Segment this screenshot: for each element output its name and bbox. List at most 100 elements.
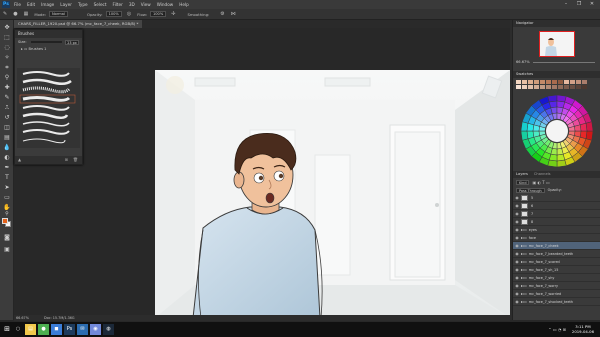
color-swatch[interactable]	[582, 80, 587, 84]
visibility-eye-icon[interactable]: ◉	[513, 291, 521, 296]
visibility-eye-icon[interactable]: ◉	[513, 195, 521, 200]
color-swatch[interactable]	[546, 80, 551, 84]
layer-group-row[interactable]: ◉ ▸▭ mc_face_7_worry	[513, 282, 600, 290]
layer-group-row[interactable]: ◉ ▸▭ eyes	[513, 226, 600, 234]
brush-stroke-list[interactable]	[17, 68, 80, 148]
gradient-tool-icon[interactable]: ▤	[3, 134, 11, 142]
menu-type[interactable]: Type	[78, 2, 88, 7]
color-swatch[interactable]	[576, 80, 581, 84]
pressure-opacity-icon[interactable]: ◎	[127, 11, 131, 17]
navigator-zoom-slider[interactable]	[533, 62, 595, 63]
healing-tool-icon[interactable]: ✚	[3, 84, 11, 92]
layer-group-row[interactable]: ◉ ▸▭ mc_face_7_shy	[513, 274, 600, 282]
tab-layers[interactable]: Layers	[513, 171, 531, 178]
move-tool-icon[interactable]: ✥	[3, 24, 11, 32]
blend-mode-select[interactable]: Pass Through	[516, 187, 545, 193]
crop-tool-icon[interactable]: ⌗	[3, 64, 11, 72]
layer-row[interactable]: ◉ 5	[513, 194, 600, 202]
color-wheel[interactable]	[513, 91, 600, 171]
visibility-eye-icon[interactable]: ◉	[513, 299, 521, 304]
airbrush-icon[interactable]: ✢	[171, 11, 175, 17]
color-swatch[interactable]	[522, 85, 527, 89]
windows-start-icon[interactable]: ⊞	[0, 322, 14, 337]
brush-tool-icon[interactable]: ✎	[3, 11, 7, 17]
color-swatch[interactable]	[528, 85, 533, 89]
taskbar-app-store-icon[interactable]: ◼	[51, 324, 62, 335]
gear-icon[interactable]: ⚙	[220, 11, 224, 17]
color-swatch[interactable]	[552, 85, 557, 89]
menu-layer[interactable]: Layer	[60, 2, 72, 7]
clone-stamp-tool-icon[interactable]: ⎍	[3, 104, 11, 112]
foreground-color-swatch[interactable]	[2, 218, 8, 224]
color-swatch[interactable]	[576, 85, 581, 89]
visibility-eye-icon[interactable]: ◉	[513, 227, 521, 232]
taskbar-app-steam-icon[interactable]: ◍	[103, 324, 114, 335]
taskbar-app-discord-icon[interactable]: ◉	[90, 324, 101, 335]
document-tab[interactable]: CHARS_FILLER_1920.psd @ 66.7% (mc_face_7…	[14, 20, 143, 28]
mode-select[interactable]: Normal	[48, 11, 68, 17]
visibility-eye-icon[interactable]: ◉	[513, 203, 521, 208]
lasso-tool-icon[interactable]: ◌	[3, 44, 11, 52]
eraser-tool-icon[interactable]: ◫	[3, 124, 11, 132]
brush-preset-icon[interactable]: ●	[13, 11, 17, 17]
type-tool-icon[interactable]: T	[3, 174, 11, 182]
color-swatch[interactable]	[564, 85, 569, 89]
visibility-eye-icon[interactable]: ◉	[513, 235, 521, 240]
taskbar-app-chrome-icon[interactable]: ●	[38, 324, 49, 335]
color-swatch[interactable]	[552, 80, 557, 84]
opacity-field[interactable]: 100%	[105, 11, 122, 17]
layer-group-row[interactable]: ◉ ▸▭ mc_face_7_worried	[513, 290, 600, 298]
color-swatch[interactable]	[516, 80, 521, 84]
taskbar-clock[interactable]: 3:11 PM 2019-04-06	[572, 324, 594, 334]
color-swatch[interactable]	[570, 80, 575, 84]
brush-folder[interactable]: ▸ ▭ Brushes 1	[15, 46, 82, 53]
layer-group-row[interactable]: ◉ ▸▭ mc_face_7_sh_15	[513, 266, 600, 274]
menu-3d[interactable]: 3D	[129, 2, 135, 7]
symmetry-icon[interactable]: ⋈	[231, 11, 236, 17]
search-icon[interactable]: ○	[14, 322, 22, 337]
visibility-eye-icon[interactable]: ◉	[513, 267, 521, 272]
color-swatch[interactable]	[522, 80, 527, 84]
flow-field[interactable]: 100%	[149, 11, 167, 17]
history-brush-tool-icon[interactable]: ↺	[3, 114, 11, 122]
color-swatch[interactable]	[540, 80, 545, 84]
new-brush-icon[interactable]: ⊞	[65, 157, 68, 162]
layer-row[interactable]: ◉ 7	[513, 210, 600, 218]
system-tray[interactable]: ⌃ ▭ ◔ ⊞	[548, 327, 566, 332]
menu-select[interactable]: Select	[94, 2, 107, 7]
layer-group-row[interactable]: ◉ ▸▭ mc_face_7_bearded_teeth	[513, 250, 600, 258]
document-canvas[interactable]	[155, 70, 510, 318]
blur-tool-icon[interactable]: 💧	[3, 144, 11, 152]
color-swatch[interactable]	[582, 85, 587, 89]
color-swatch[interactable]	[516, 85, 521, 89]
shape-tool-icon[interactable]: ▭	[3, 194, 11, 202]
menu-image[interactable]: Image	[41, 2, 54, 7]
layer-row[interactable]: ◉ 8	[513, 218, 600, 226]
layer-group-row[interactable]: ◉ ▸▭ mc_face_7_shocked_teeth	[513, 298, 600, 306]
filter-icons[interactable]: ▣ ◐ T ▭	[532, 180, 549, 185]
menu-help[interactable]: Help	[179, 2, 189, 7]
brush-size-slider[interactable]	[30, 41, 62, 43]
color-swatch[interactable]	[546, 85, 551, 89]
taskbar-app-file-explorer-icon[interactable]: ▤	[25, 324, 36, 335]
color-swatch[interactable]	[534, 80, 539, 84]
close-button[interactable]: ✕	[586, 0, 598, 9]
color-swatch[interactable]	[534, 85, 539, 89]
magic-wand-tool-icon[interactable]: ✧	[3, 54, 11, 62]
visibility-eye-icon[interactable]: ◉	[513, 275, 521, 280]
visibility-eye-icon[interactable]: ◉	[513, 219, 521, 224]
dodge-tool-icon[interactable]: ◐	[3, 154, 11, 162]
visibility-eye-icon[interactable]: ◉	[513, 211, 521, 216]
tab-channels[interactable]: Channels	[531, 171, 554, 178]
minimize-button[interactable]: –	[560, 0, 572, 9]
color-swatch[interactable]	[570, 85, 575, 89]
color-swatch[interactable]	[558, 80, 563, 84]
visibility-eye-icon[interactable]: ◉	[513, 251, 521, 256]
taskbar-app-photoshop-icon[interactable]: Ps	[64, 324, 75, 335]
visibility-eye-icon[interactable]: ◉	[513, 283, 521, 288]
color-swatch[interactable]	[528, 80, 533, 84]
brush-tip-icon[interactable]: ▲	[18, 157, 21, 162]
marquee-tool-icon[interactable]: ⬚	[3, 34, 11, 42]
eyedropper-tool-icon[interactable]: ⚲	[3, 74, 11, 82]
pen-tool-icon[interactable]: ✒	[3, 164, 11, 172]
